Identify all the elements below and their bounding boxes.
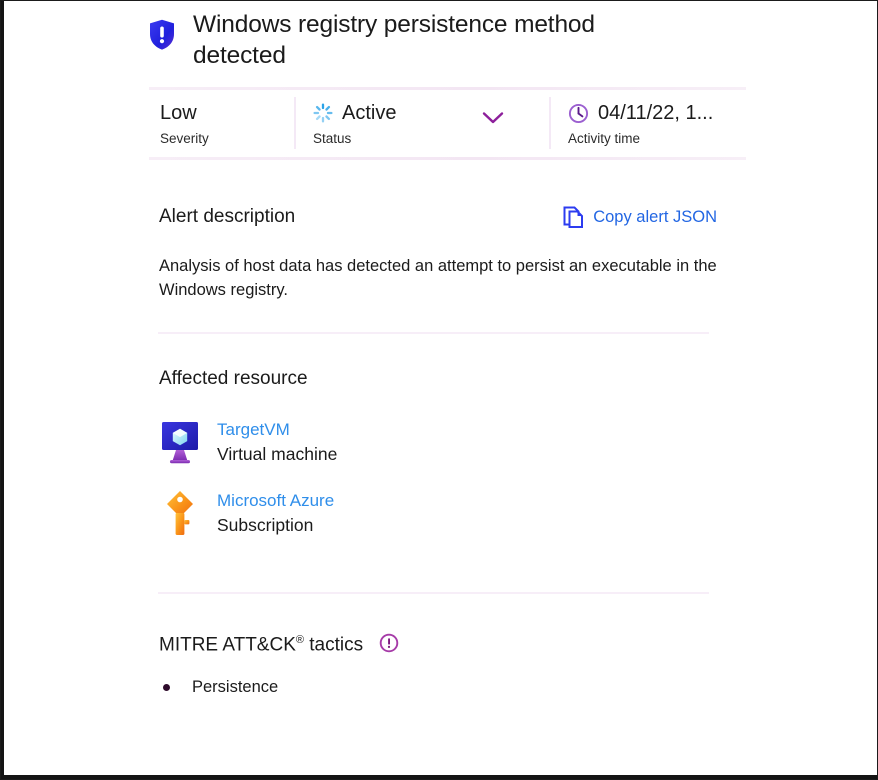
resource-type: Subscription bbox=[217, 515, 314, 535]
mitre-header: MITRE ATT&CK® tactics bbox=[159, 628, 399, 657]
key-icon bbox=[159, 490, 201, 536]
divider-status-bottom bbox=[149, 157, 746, 160]
mitre-registered-mark: ® bbox=[295, 634, 304, 646]
copy-alert-json-button[interactable]: Copy alert JSON bbox=[563, 205, 739, 229]
alert-description-header: Alert description Copy alert JSON bbox=[159, 205, 739, 229]
chevron-down-icon[interactable] bbox=[482, 111, 504, 125]
window-bottom-edge bbox=[1, 775, 877, 779]
alert-description-text: Analysis of host data has detected an at… bbox=[159, 257, 717, 299]
alert-description-heading: Alert description bbox=[159, 206, 296, 227]
status-strip: Low Severity Active Status 04/11/22, 1..… bbox=[149, 93, 746, 155]
copy-alert-json-label: Copy alert JSON bbox=[593, 207, 717, 226]
page-title: Windows registry persistence method dete… bbox=[193, 11, 595, 69]
alert-panel: Windows registry persistence method dete… bbox=[149, 1, 749, 779]
timeline-bar[interactable] bbox=[1, 727, 877, 779]
activity-time-value: 04/11/22, 1... bbox=[598, 102, 714, 124]
affected-resource-heading: Affected resource bbox=[159, 368, 308, 389]
severity-value: Low bbox=[160, 102, 197, 124]
mitre-heading: MITRE ATT&CK® tactics bbox=[159, 628, 363, 657]
spinner-icon bbox=[313, 103, 333, 123]
mitre-heading-main: MITRE ATT&CK bbox=[159, 634, 296, 656]
severity-cell: Low Severity bbox=[149, 93, 294, 147]
status-cell[interactable]: Active Status bbox=[294, 93, 549, 149]
divider-description-bottom bbox=[158, 332, 709, 334]
resource-link[interactable]: TargetVM bbox=[217, 417, 337, 442]
resource-link[interactable]: Microsoft Azure bbox=[217, 488, 334, 513]
divider-top bbox=[149, 87, 746, 90]
resource-type: Virtual machine bbox=[217, 444, 338, 464]
list-item[interactable]: TargetVM Virtual machine bbox=[159, 417, 719, 467]
clock-icon bbox=[568, 103, 589, 124]
activity-time-cell: 04/11/22, 1... Activity time bbox=[549, 93, 746, 149]
alert-details-screen: Windows registry persistence method dete… bbox=[0, 0, 878, 780]
bullet-icon bbox=[163, 684, 170, 691]
list-item[interactable]: Microsoft Azure Subscription bbox=[159, 488, 719, 538]
shield-alert-icon bbox=[149, 9, 179, 55]
info-circle-icon[interactable] bbox=[379, 633, 399, 653]
divider-resource-bottom bbox=[158, 592, 709, 594]
divider-vertical-1 bbox=[294, 97, 296, 149]
mitre-tactics-list: Persistence bbox=[159, 678, 278, 697]
copy-pages-icon bbox=[563, 205, 585, 229]
severity-label: Severity bbox=[160, 131, 209, 146]
status-label: Status bbox=[313, 131, 352, 146]
activity-time-label: Activity time bbox=[568, 131, 641, 146]
status-value: Active bbox=[342, 102, 397, 124]
list-item: Persistence bbox=[159, 678, 278, 697]
alert-header: Windows registry persistence method dete… bbox=[149, 1, 749, 71]
mitre-heading-suffix: tactics bbox=[304, 634, 364, 656]
affected-resource-list: TargetVM Virtual machine Microsoft Azure… bbox=[159, 417, 719, 559]
virtual-machine-icon bbox=[159, 419, 201, 465]
divider-vertical-2 bbox=[549, 97, 551, 149]
window-left-edge bbox=[1, 1, 4, 779]
mitre-tactic-label: Persistence bbox=[192, 678, 279, 696]
